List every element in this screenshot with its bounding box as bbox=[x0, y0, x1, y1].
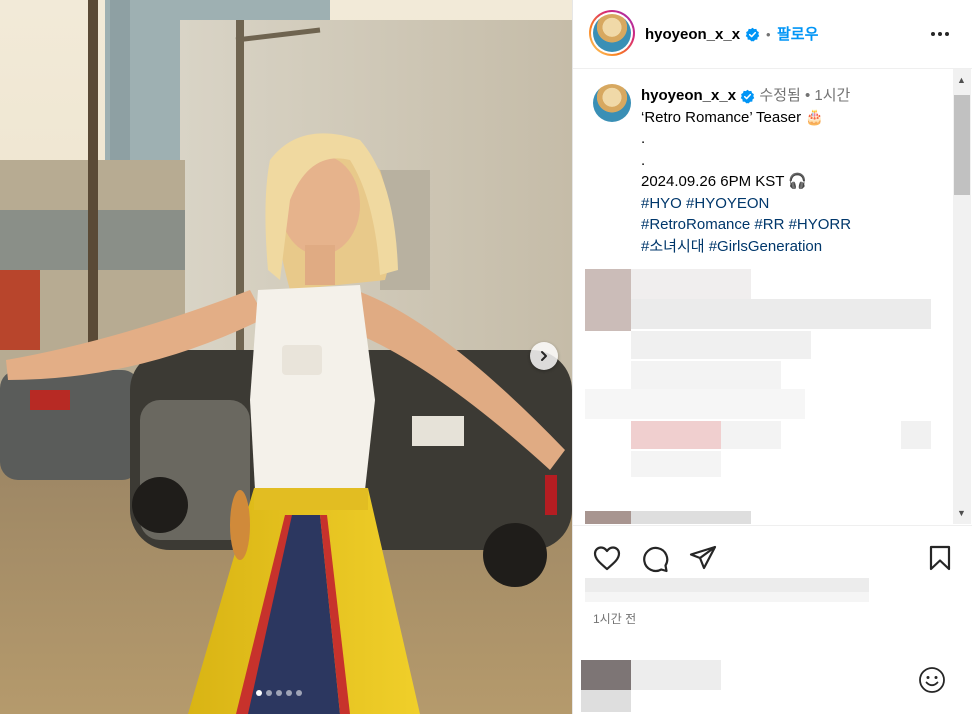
caption-text: hyoyeon_x_x 수정됨 • 1시간 ‘Retro Romance’ Te… bbox=[641, 85, 931, 257]
carousel-dot-active bbox=[256, 690, 262, 696]
author-username[interactable]: hyoyeon_x_x bbox=[645, 26, 740, 43]
scroll-thumb[interactable] bbox=[954, 95, 970, 195]
caption-line: 2024.09.26 6PM KST 🎧 bbox=[641, 173, 807, 190]
post-timestamp[interactable]: 1시간 전 bbox=[593, 610, 636, 627]
caption-line: ‘Retro Romance’ Teaser 🎂 bbox=[641, 108, 824, 126]
verified-badge-icon bbox=[745, 28, 759, 42]
author-avatar[interactable] bbox=[589, 10, 635, 56]
post-side-panel: hyoyeon_x_x • 팔로우 hyoyeon_x_x 수정됨 • 1시간 … bbox=[572, 0, 972, 714]
hashtag-link[interactable]: #소녀시대 bbox=[641, 238, 705, 255]
heart-icon[interactable] bbox=[593, 545, 621, 571]
hashtag-link[interactable]: #HYORR bbox=[789, 216, 852, 233]
hashtag-link[interactable]: #RetroRomance bbox=[641, 216, 750, 233]
caption-line: . bbox=[641, 151, 646, 169]
hashtag-link[interactable]: #RR bbox=[754, 216, 784, 233]
emoji-icon[interactable] bbox=[918, 666, 946, 694]
verified-badge-icon bbox=[740, 89, 755, 103]
caption-separator: • bbox=[804, 87, 811, 104]
edited-label: 수정됨 bbox=[759, 87, 801, 104]
photo-illustration bbox=[0, 0, 572, 714]
carousel-dot bbox=[266, 690, 272, 696]
scroll-down-arrow[interactable]: ▼ bbox=[957, 508, 966, 518]
caption-line: . bbox=[641, 130, 646, 147]
caption-username[interactable]: hyoyeon_x_x bbox=[641, 87, 736, 104]
post-actions: 1시간 전 bbox=[573, 525, 972, 715]
chevron-right-icon bbox=[541, 351, 547, 361]
hashtag-link[interactable]: #HYOYEON bbox=[686, 195, 769, 212]
carousel-dot bbox=[286, 690, 292, 696]
comment-icon[interactable] bbox=[641, 545, 669, 573]
caption-time[interactable]: 1시간 bbox=[814, 87, 850, 104]
hashtag-link[interactable]: #HYO bbox=[641, 195, 682, 212]
caption-area: hyoyeon_x_x 수정됨 • 1시간 ‘Retro Romance’ Te… bbox=[573, 69, 972, 524]
bookmark-icon[interactable] bbox=[928, 545, 952, 571]
more-icon[interactable] bbox=[928, 22, 952, 46]
next-image-button[interactable] bbox=[530, 342, 558, 370]
carousel-indicator bbox=[256, 690, 302, 696]
follow-button[interactable]: 팔로우 bbox=[777, 26, 818, 43]
post-header: hyoyeon_x_x • 팔로우 bbox=[573, 0, 972, 69]
share-icon[interactable] bbox=[689, 545, 717, 571]
header-separator: • bbox=[765, 27, 771, 42]
post-photo bbox=[0, 0, 572, 714]
carousel-dot bbox=[296, 690, 302, 696]
scroll-up-arrow[interactable]: ▲ bbox=[957, 75, 966, 85]
carousel-dot bbox=[276, 690, 282, 696]
caption-avatar[interactable] bbox=[593, 84, 631, 122]
scrollbar[interactable]: ▲ ▼ bbox=[953, 69, 971, 524]
hashtag-link[interactable]: #GirlsGeneration bbox=[709, 238, 822, 255]
